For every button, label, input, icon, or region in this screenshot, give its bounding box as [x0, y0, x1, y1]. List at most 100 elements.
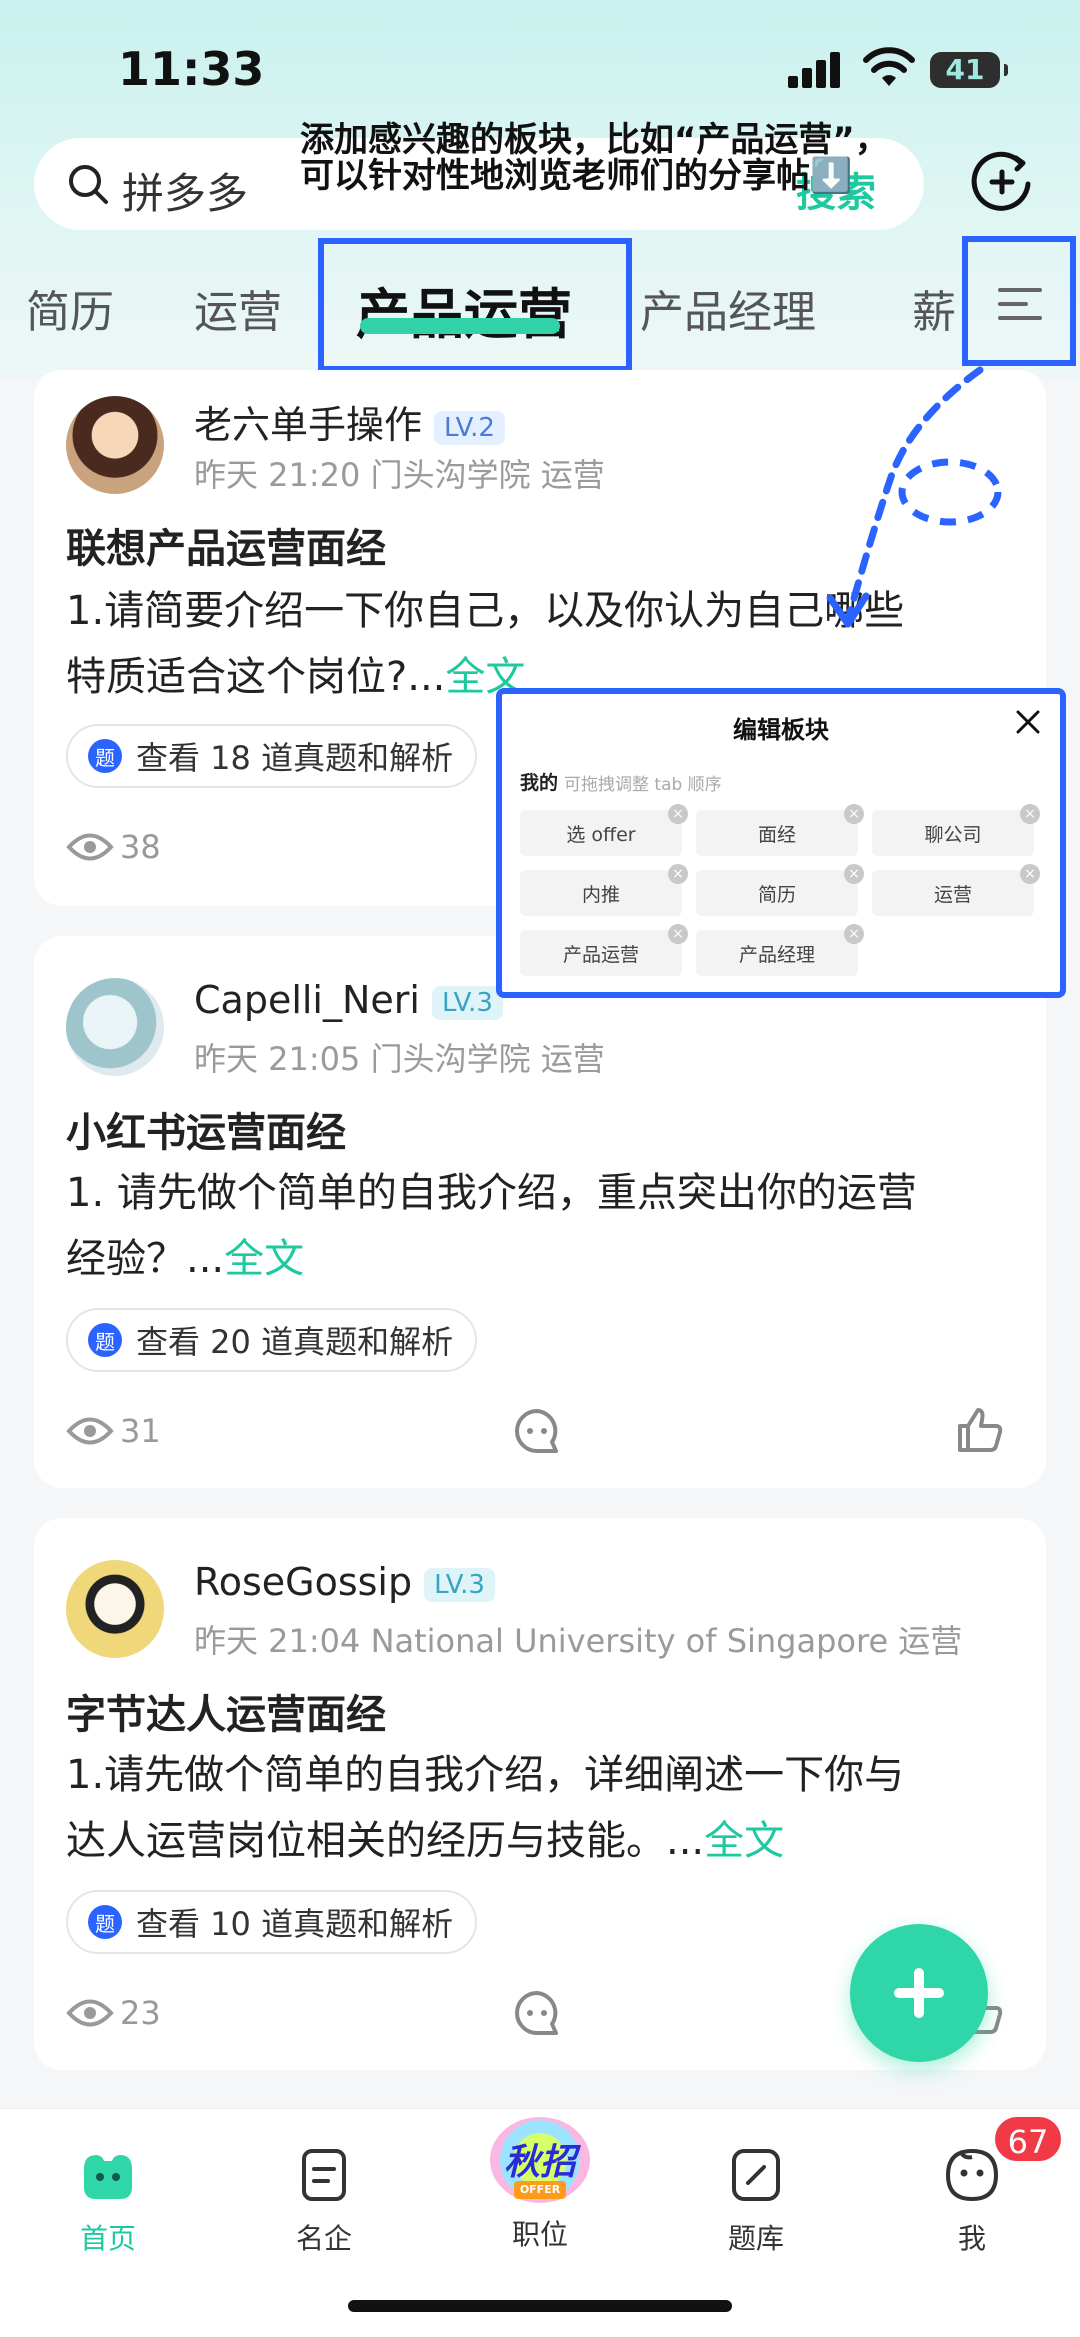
nav-jobs[interactable]: 秋招 OFFER 职位 — [470, 2117, 610, 2253]
view-count: 23 — [66, 1994, 161, 2032]
body-line: 经验？... — [66, 1236, 225, 1282]
username[interactable]: RoseGossip LV.3 — [194, 1560, 495, 1604]
remove-icon[interactable]: × — [1020, 864, 1040, 884]
status-bar: 11:33 41 — [0, 0, 1080, 130]
question-bank-icon — [732, 2149, 780, 2201]
add-circle-icon[interactable] — [970, 150, 1034, 214]
view-count-value: 23 — [120, 1994, 161, 2032]
username[interactable]: 老六单手操作 LV.2 — [194, 394, 505, 449]
nav-label: 题库 — [727, 2222, 784, 2255]
annotation-hint: 添加感兴趣的板块，比如“产品运营”， 可以针对性地浏览老师们的分享帖⬇️ — [300, 122, 960, 194]
avatar[interactable] — [66, 1560, 164, 1658]
campus-badge-sub: OFFER — [514, 2181, 566, 2199]
section-tag[interactable]: 简历 × — [696, 864, 864, 916]
questions-chip[interactable]: 题查看 18 道真题和解析 — [66, 724, 478, 788]
home-icon — [84, 2155, 132, 2199]
question-icon: 题 — [88, 739, 122, 773]
questions-chip[interactable]: 题查看 20 道真题和解析 — [66, 1308, 478, 1372]
body-line: 达人运营岗位相关的经历与技能。... — [66, 1818, 705, 1864]
profile-icon — [945, 2148, 999, 2202]
post-meta: 昨天 21:05 门头沟学院 运营 — [194, 1040, 605, 1078]
eye-icon — [66, 1999, 114, 2027]
section-tag-label: 选 offer — [566, 823, 636, 846]
post-title[interactable]: 小红书运营面经 — [66, 1100, 346, 1158]
search-input[interactable]: 拼多多 — [122, 160, 248, 221]
nav-home[interactable]: 首页 — [38, 2127, 178, 2257]
username-text: Capelli_Neri — [194, 978, 420, 1022]
create-post-button[interactable] — [850, 1924, 988, 2062]
nav-label: 名企 — [295, 2222, 352, 2255]
post-meta: 昨天 21:20 门头沟学院 运营 — [194, 456, 605, 494]
tab-product-manager[interactable]: 产品经理 — [640, 276, 816, 340]
questions-label: 查看 18 道真题和解析 — [136, 739, 454, 777]
eye-icon — [66, 833, 114, 861]
username[interactable]: Capelli_Neri LV.3 — [194, 978, 503, 1022]
questions-label: 查看 10 道真题和解析 — [136, 1905, 454, 1943]
full-text-link[interactable]: 全文 — [704, 1818, 784, 1864]
section-tag[interactable]: 内推 × — [520, 864, 688, 916]
section-tag[interactable]: 面经 × — [696, 804, 864, 856]
post-body[interactable]: 1. 请先做个简单的自我介绍，重点突出你的运营 经验？...全文 — [66, 1160, 1046, 1292]
level-badge: LV.2 — [434, 410, 505, 445]
body-line: 特质适合这个岗位?... — [66, 654, 446, 700]
questions-chip[interactable]: 题查看 10 道真题和解析 — [66, 1890, 478, 1954]
section-tag-label: 聊公司 — [924, 823, 982, 846]
like-icon[interactable] — [954, 1404, 1006, 1456]
body-line: 1. 请先做个简单的自我介绍，重点突出你的运营 — [66, 1170, 917, 1216]
avatar[interactable] — [66, 978, 164, 1076]
view-count: 31 — [66, 1412, 161, 1450]
remove-icon[interactable]: × — [668, 924, 688, 944]
section-tag-label: 面经 — [757, 823, 796, 846]
notification-badge: 67 — [992, 2114, 1064, 2164]
comment-icon[interactable] — [512, 1988, 562, 2038]
search-icon — [69, 165, 108, 204]
full-text-link[interactable]: 全文 — [224, 1236, 304, 1282]
view-count: 38 — [66, 828, 161, 866]
nav-companies[interactable]: 名企 — [254, 2127, 394, 2257]
eye-icon — [66, 1417, 114, 1445]
avatar[interactable] — [66, 396, 164, 494]
nav-question-bank[interactable]: 题库 — [686, 2127, 826, 2257]
remove-icon[interactable]: × — [1020, 804, 1040, 824]
nav-label: 首页 — [79, 2222, 136, 2255]
section-tag-label: 简历 — [757, 883, 796, 906]
question-icon: 题 — [88, 1323, 122, 1357]
wifi-icon — [863, 47, 915, 86]
remove-icon[interactable]: × — [844, 804, 864, 824]
tab-resume[interactable]: 简历 — [26, 276, 114, 340]
section-tag[interactable]: 选 offer × — [520, 804, 688, 856]
post-body[interactable]: 1.请先做个简单的自我介绍，详细阐述一下你与 达人运营岗位相关的经历与技能。..… — [66, 1742, 1046, 1874]
popup-title: 编辑板块 — [733, 716, 829, 744]
remove-icon[interactable]: × — [668, 864, 688, 884]
section-tag[interactable]: 产品经理 × — [696, 924, 864, 976]
section-tag[interactable]: 产品运营 × — [520, 924, 688, 976]
comment-icon[interactable] — [512, 1406, 562, 1456]
battery-icon: 41 — [930, 52, 1008, 88]
cellular-signal-icon — [788, 52, 844, 88]
remove-icon[interactable]: × — [844, 924, 864, 944]
post-title[interactable]: 字节达人运营面经 — [66, 1682, 386, 1740]
remove-icon[interactable]: × — [844, 864, 864, 884]
username-text: 老六单手操作 — [194, 403, 423, 447]
home-indicator[interactable] — [348, 2300, 732, 2312]
username-text: RoseGossip — [194, 1560, 413, 1604]
section-tag-label: 产品经理 — [738, 943, 815, 966]
section-tag-label: 运营 — [933, 883, 972, 906]
campus-recruit-icon: 秋招 OFFER — [480, 2111, 600, 2207]
section-tag-label: 内推 — [581, 883, 620, 906]
post-card[interactable]: Capelli_Neri LV.3 昨天 21:05 门头沟学院 运营 小红书运营… — [34, 936, 1046, 1488]
section-tag[interactable]: 聊公司 × — [872, 804, 1040, 856]
questions-label: 查看 20 道真题和解析 — [136, 1323, 454, 1361]
hint-line-1: 添加感兴趣的板块，比如“产品运营”， — [300, 120, 889, 160]
section-tag[interactable]: 运营 × — [872, 864, 1040, 916]
body-line: 1.请先做个简单的自我介绍，详细阐述一下你与 — [66, 1752, 905, 1798]
level-badge: LV.3 — [431, 985, 503, 1020]
tab-operations[interactable]: 运营 — [194, 276, 282, 340]
tab-menu-icon[interactable] — [996, 284, 1044, 324]
post-title[interactable]: 联想产品运营面经 — [66, 516, 386, 574]
remove-icon[interactable]: × — [668, 804, 688, 824]
campus-badge-text: 秋招 — [503, 2142, 576, 2183]
close-icon[interactable] — [1014, 708, 1042, 736]
tab-salary[interactable]: 薪 — [912, 276, 956, 340]
companies-icon — [302, 2149, 346, 2201]
